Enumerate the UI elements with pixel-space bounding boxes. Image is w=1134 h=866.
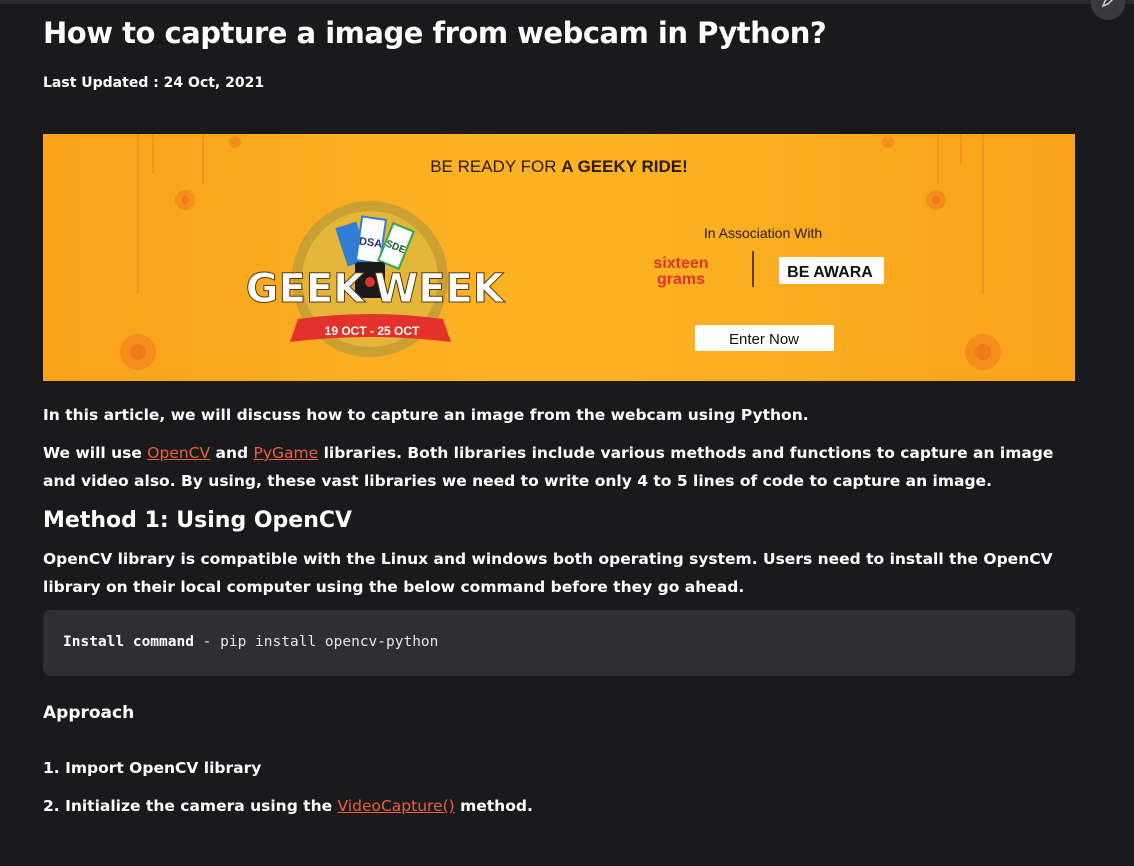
approach-heading: Approach <box>43 703 135 723</box>
step-2-prefix: 2. Initialize the camera using the <box>43 797 338 815</box>
top-bar <box>0 0 1134 4</box>
logo-geek: GEEK <box>246 266 366 312</box>
edit-button[interactable] <box>1091 0 1125 20</box>
association-label: In Association With <box>704 225 822 241</box>
code-label: Install command <box>63 634 194 650</box>
code-block: Install command - pip install opencv-pyt… <box>43 610 1075 676</box>
opencv-link[interactable]: OpenCV <box>147 444 210 462</box>
list-item: 2. Initialize the camera using the Video… <box>43 797 533 815</box>
article-title: How to capture a image from webcam in Py… <box>43 16 827 50</box>
sponsor-be-awara: BE AWARA <box>787 264 873 281</box>
logo-week: WEEK <box>374 266 506 312</box>
pygame-link[interactable]: PyGame <box>254 444 319 462</box>
svg-text:BE READY FOR A GEEKY RIDE!: BE READY FOR A GEEKY RIDE! <box>430 157 688 176</box>
list-item: 1. Import OpenCV library <box>43 759 262 777</box>
method-1-heading: Method 1: Using OpenCV <box>43 508 353 533</box>
promo-banner[interactable]: BE READY FOR A GEEKY RIDE! DSA SDE GEEK … <box>43 134 1075 381</box>
edit-pencil-icon <box>1100 0 1116 13</box>
install-command: Install command - pip install opencv-pyt… <box>63 634 438 650</box>
intro-paragraph: In this article, we will discuss how to … <box>43 406 809 424</box>
step-2-suffix: method. <box>454 797 533 815</box>
enter-now-button: Enter Now <box>729 331 799 348</box>
logo-dates: 19 OCT - 25 OCT <box>325 324 420 338</box>
libraries-paragraph: We will use OpenCV and PyGame libraries.… <box>43 439 1075 495</box>
banner-artwork: BE READY FOR A GEEKY RIDE! DSA SDE GEEK … <box>120 134 1001 370</box>
method-1-description: OpenCV library is compatible with the Li… <box>43 550 1053 596</box>
banner-headline-prefix: BE READY FOR <box>430 157 561 176</box>
banner-headline-bold: A GEEKY RIDE! <box>561 157 688 176</box>
libraries-text-2: and <box>210 444 254 462</box>
libraries-text-1: We will use <box>43 444 148 462</box>
code-text: - pip install opencv-python <box>193 634 439 650</box>
sponsor-grams: grams <box>657 271 705 288</box>
last-updated: Last Updated : 24 Oct, 2021 <box>43 75 265 91</box>
geek-week-logo: DSA SDE GEEK WEEK 19 OCT - 25 OCT <box>245 201 506 357</box>
videocapture-link[interactable]: VideoCapture() <box>338 797 455 815</box>
sponsor-sixteen: sixteen <box>653 255 708 272</box>
